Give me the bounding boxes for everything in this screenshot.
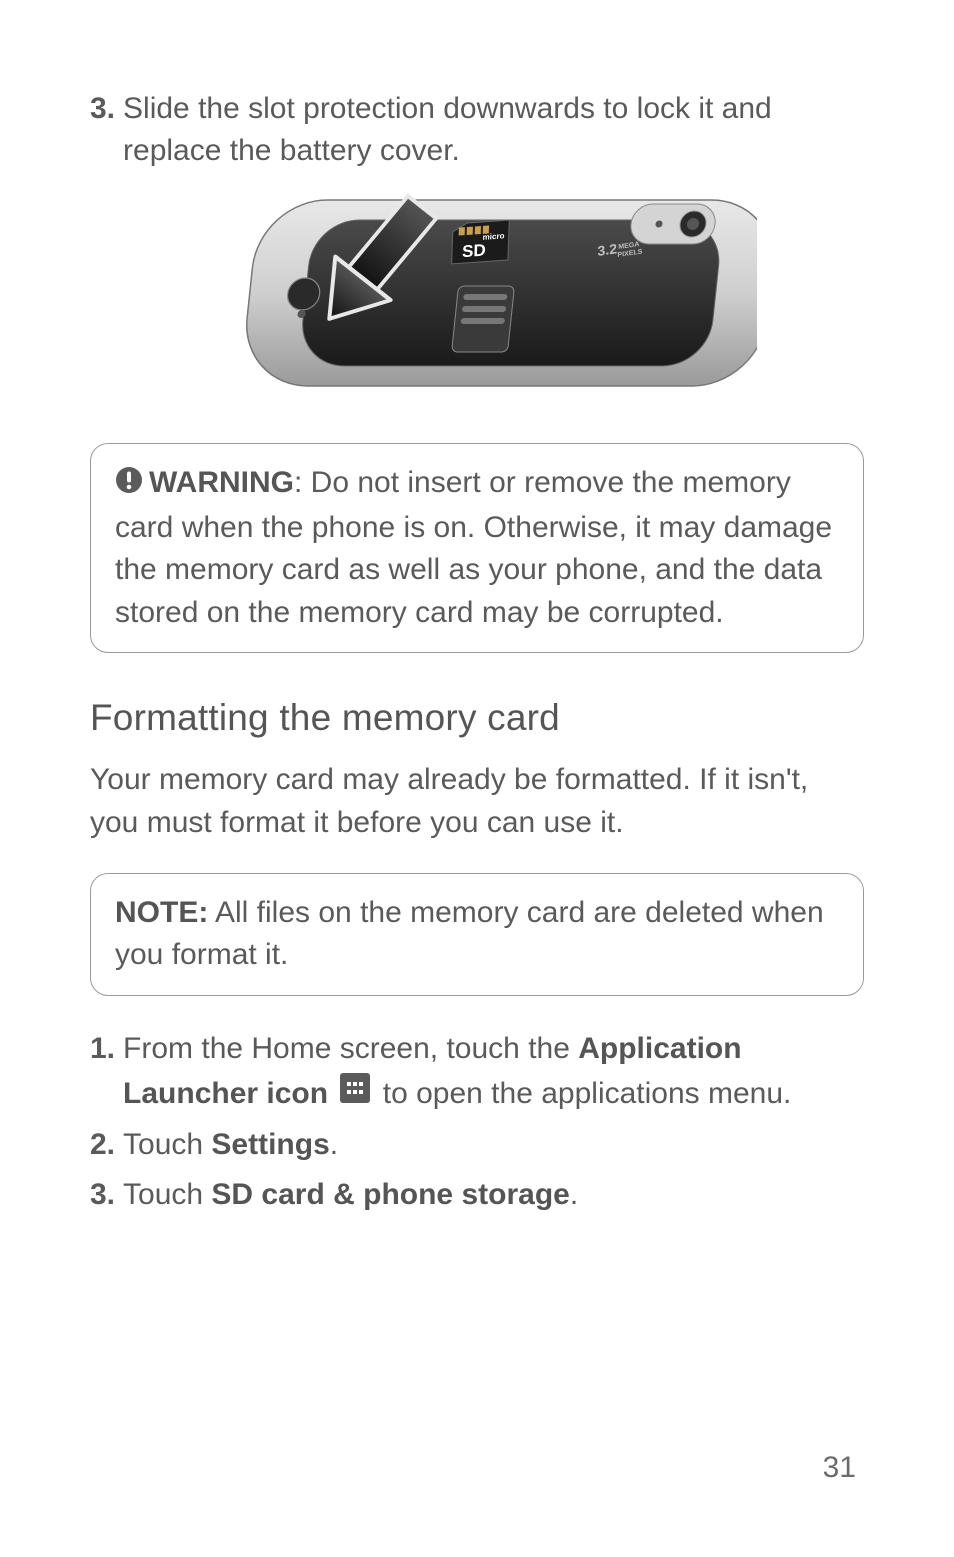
section-body: Your memory card may already be formatte… bbox=[90, 759, 864, 844]
step-3-slide-protection: 3. Slide the slot protection downwards t… bbox=[90, 88, 864, 172]
note-text: All files on the memory card are deleted… bbox=[115, 896, 824, 972]
section-heading: Formatting the memory card bbox=[90, 697, 864, 739]
sd-label: SD bbox=[462, 241, 486, 262]
step-number: 1. bbox=[90, 1026, 115, 1072]
phone-back-figure: 3.2 MEGA PIXELS SD micro bbox=[90, 186, 864, 421]
pre-section-steps: 3. Slide the slot protection downwards t… bbox=[90, 88, 864, 172]
mp-label: 3.2 bbox=[597, 240, 617, 259]
step-number: 2. bbox=[90, 1122, 115, 1168]
step-1: 1. From the Home screen, touch the Appli… bbox=[90, 1026, 864, 1118]
format-steps: 1. From the Home screen, touch the Appli… bbox=[90, 1026, 864, 1218]
exclamation-circle-icon bbox=[115, 464, 143, 507]
note-callout: NOTE: All files on the memory card are d… bbox=[90, 873, 864, 996]
step-bold: SD card & phone storage bbox=[211, 1178, 569, 1211]
step-post: . bbox=[570, 1178, 578, 1211]
step-3: 3. Touch SD card & phone storage. bbox=[90, 1172, 864, 1218]
micro-label: micro bbox=[482, 231, 504, 241]
step-body: From the Home screen, touch the Applicat… bbox=[123, 1026, 864, 1118]
note-label: NOTE: bbox=[115, 896, 208, 929]
step-text: Slide the slot protection downwards to l… bbox=[123, 88, 864, 172]
warning-callout: WARNING: Do not insert or remove the mem… bbox=[90, 443, 864, 653]
step-pre: Touch bbox=[123, 1178, 211, 1211]
step-pre: From the Home screen, touch the bbox=[123, 1032, 578, 1065]
step-post: to open the applications menu. bbox=[374, 1077, 791, 1110]
warning-label: WARNING bbox=[149, 466, 294, 499]
manual-page: 3. Slide the slot protection downwards t… bbox=[0, 0, 954, 1557]
step-body: Touch Settings. bbox=[123, 1122, 864, 1168]
step-bold: Settings bbox=[211, 1128, 329, 1161]
app-launcher-icon bbox=[340, 1071, 370, 1117]
step-number: 3. bbox=[90, 88, 115, 130]
step-2: 2. Touch Settings. bbox=[90, 1122, 864, 1168]
phone-illustration: 3.2 MEGA PIXELS SD micro bbox=[197, 186, 757, 416]
step-post: . bbox=[330, 1128, 338, 1161]
step-number: 3. bbox=[90, 1172, 115, 1218]
step-pre: Touch bbox=[123, 1128, 211, 1161]
page-number: 31 bbox=[823, 1451, 856, 1485]
step-body: Touch SD card & phone storage. bbox=[123, 1172, 864, 1218]
